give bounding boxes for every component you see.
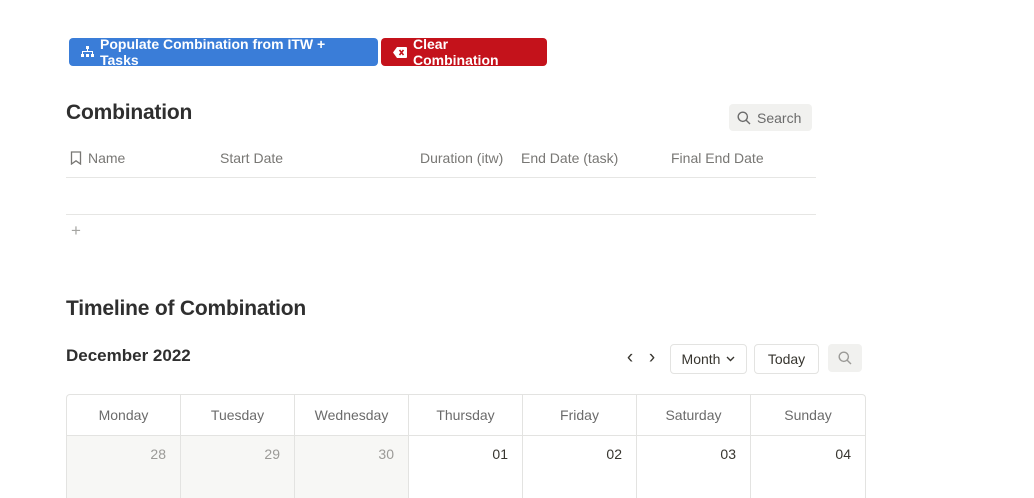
chevron-down-icon	[726, 356, 735, 362]
next-month-button[interactable]: ›	[645, 348, 659, 368]
column-header-final-end-date[interactable]: Final End Date	[671, 150, 764, 166]
search-label: Search	[757, 109, 802, 126]
calendar-day-cell[interactable]: 03	[637, 436, 751, 498]
week-row: 28 29 30 01 02 03 04	[67, 436, 865, 498]
combination-search-button[interactable]: Search	[729, 104, 812, 131]
column-header-label: Name	[88, 150, 126, 166]
table-row[interactable]	[66, 178, 816, 214]
calendar-month-label: December 2022	[66, 346, 191, 365]
search-icon	[737, 111, 751, 125]
calendar-day-cell[interactable]: 29	[181, 436, 295, 498]
search-icon	[838, 351, 852, 365]
populate-combination-label: Populate Combination from ITW + Tasks	[100, 36, 326, 68]
calendar-day-cell[interactable]: 30	[295, 436, 409, 498]
bookmark-icon	[70, 151, 82, 165]
add-row-button[interactable]: +	[71, 221, 81, 241]
clear-icon	[393, 46, 407, 58]
weekday-thursday: Thursday	[409, 395, 523, 435]
clear-combination-label: Clear Combination	[413, 36, 499, 68]
column-header-start-date[interactable]: Start Date	[220, 150, 283, 166]
weekday-sunday: Sunday	[784, 407, 832, 423]
weekday-wednesday: Wednesday	[295, 395, 409, 435]
populate-combination-button[interactable]: Populate Combination from ITW + Tasks	[69, 36, 378, 68]
weekday-monday: Monday	[67, 395, 181, 435]
calendar-day-cell[interactable]: 01	[409, 436, 523, 498]
row-divider	[66, 214, 816, 215]
column-header-name[interactable]: Name	[70, 150, 125, 166]
calendar-day-cell[interactable]: 28	[67, 436, 181, 498]
weekday-friday: Friday	[523, 395, 637, 435]
calendar-search-button[interactable]	[828, 344, 862, 372]
previous-month-button[interactable]: ‹	[623, 348, 637, 368]
combination-title: Combination	[66, 101, 193, 124]
view-select[interactable]: Month	[670, 344, 747, 374]
view-select-label: Month	[681, 351, 721, 367]
calendar-day-cell[interactable]: 04	[751, 436, 865, 498]
timeline-title: Timeline of Combination	[66, 297, 307, 320]
weekday-header-row: Monday Tuesday Wednesday Thursday Friday…	[67, 395, 865, 436]
calendar-day-cell[interactable]: 02	[523, 436, 637, 498]
weekday-saturday: Saturday	[637, 395, 751, 435]
today-button[interactable]: Today	[754, 344, 819, 374]
clear-combination-button[interactable]: Clear Combination	[381, 36, 547, 68]
column-header-duration[interactable]: Duration (itw)	[420, 150, 503, 166]
calendar-grid: Monday Tuesday Wednesday Thursday Friday…	[66, 394, 866, 498]
hierarchy-icon	[81, 46, 94, 58]
column-header-end-date-task[interactable]: End Date (task)	[521, 150, 618, 166]
weekday-tuesday: Tuesday	[181, 395, 295, 435]
